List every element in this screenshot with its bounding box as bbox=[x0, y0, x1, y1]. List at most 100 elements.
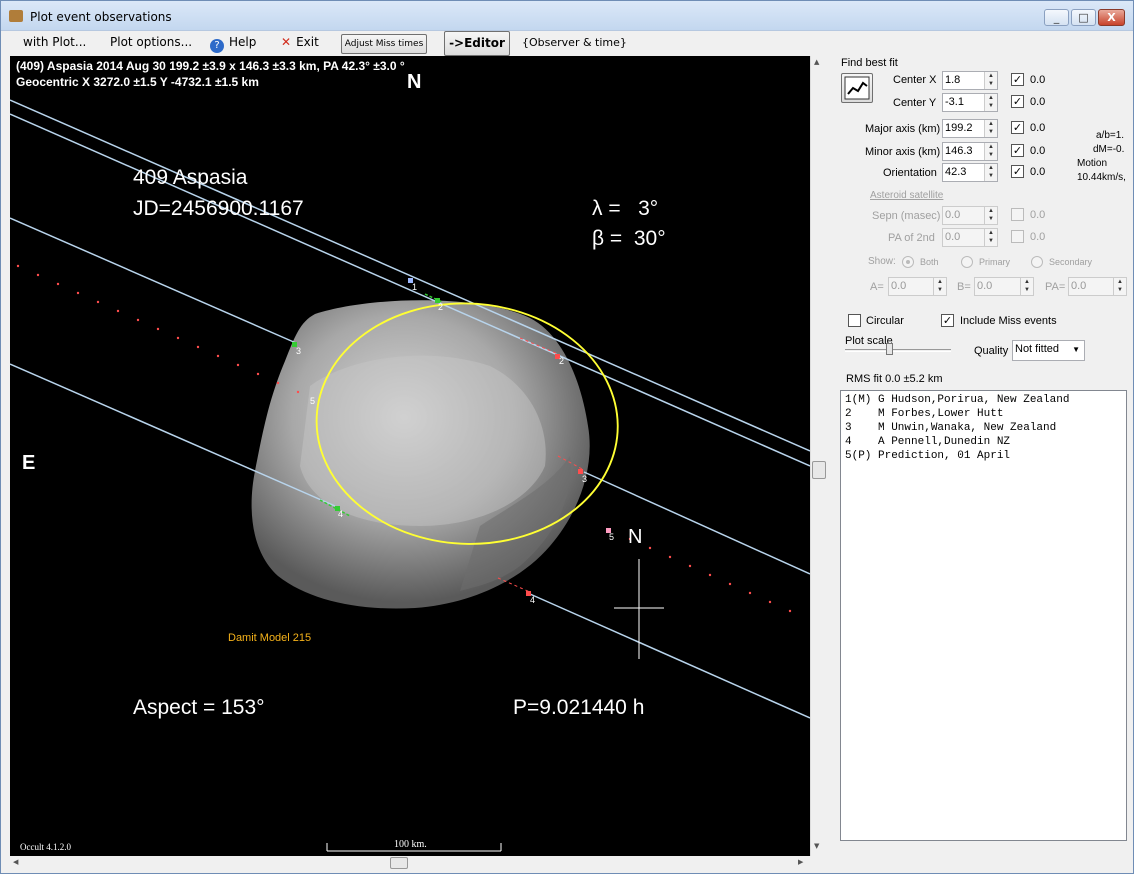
pa2-input[interactable]: 0.0 ▲ ▼ bbox=[942, 228, 998, 247]
observer-time-label: {Observer & time} bbox=[522, 36, 627, 49]
editor-button[interactable]: ->Editor bbox=[444, 31, 510, 56]
pa-input[interactable]: 0.0 ▲ ▼ bbox=[1068, 277, 1127, 296]
center-y-input[interactable]: -3.1 ▲ ▼ bbox=[942, 93, 998, 112]
center-x-label: Center X bbox=[893, 74, 937, 86]
quality-dropdown[interactable]: Not fitted ▼ bbox=[1012, 340, 1085, 361]
menu-exit-label: Exit bbox=[296, 35, 319, 49]
menu-bar: with Plot... Plot options... ? Help ✕ Exit… bbox=[1, 31, 1133, 56]
center-y-label: Center Y bbox=[893, 97, 937, 109]
help-icon: ? bbox=[210, 39, 224, 53]
scroll-up-icon[interactable]: ▲ bbox=[814, 58, 819, 66]
orientation-input[interactable]: 42.3 ▲ ▼ bbox=[942, 163, 998, 182]
pa2-label: PA of 2nd bbox=[888, 232, 935, 244]
orientation-label: Orientation bbox=[883, 167, 937, 179]
show-both-label: Both bbox=[920, 257, 939, 267]
spin-arrows-icon: ▲ ▼ bbox=[984, 207, 997, 224]
circular-checkbox[interactable] bbox=[848, 314, 861, 327]
spin-arrows-icon: ▲ ▼ bbox=[984, 72, 997, 89]
julian-date: JD=2456900.1167 bbox=[133, 197, 304, 220]
chord-line-3a bbox=[10, 217, 297, 344]
menu-with-plot[interactable]: with Plot... bbox=[23, 33, 86, 52]
plot-vertical-scrollbar[interactable]: ▲ ▼ bbox=[810, 56, 827, 856]
minimize-button[interactable]: _ bbox=[1044, 9, 1069, 26]
chord-line-3b bbox=[583, 471, 810, 575]
plot-horizontal-scrollbar[interactable]: ◀ ▶ bbox=[10, 856, 810, 871]
plot-header-line2: Geocentric X 3272.0 ±1.5 Y -4732.1 ±1.5 … bbox=[16, 75, 259, 89]
vertical-scroll-thumb[interactable] bbox=[812, 461, 826, 479]
minor-axis-label: Minor axis (km) bbox=[865, 146, 941, 158]
period-label: P=9.021440 h bbox=[513, 696, 645, 719]
spin-arrows-icon: ▲ ▼ bbox=[984, 143, 997, 160]
version-label: Occult 4.1.2.0 bbox=[20, 842, 71, 852]
close-button[interactable]: X bbox=[1098, 9, 1125, 26]
chord-label: 3 bbox=[296, 346, 302, 356]
pa2-fixed: 0.0 bbox=[1030, 231, 1046, 243]
sepn-checkbox[interactable] bbox=[1011, 208, 1024, 221]
center-y-checkbox[interactable]: ✓ bbox=[1011, 95, 1024, 108]
chord-label: 1 bbox=[412, 282, 418, 292]
east-label: E bbox=[22, 452, 36, 474]
chord-label: 4 bbox=[530, 595, 536, 605]
list-item[interactable]: 3 M Unwin,Wanaka, New Zealand bbox=[845, 421, 1126, 435]
lambda-label: λ = 3° bbox=[592, 197, 659, 220]
spin-arrows-icon: ▲ ▼ bbox=[984, 94, 997, 111]
window-title: Plot event observations bbox=[30, 10, 172, 24]
find-best-fit-label: Find best fit bbox=[841, 57, 898, 69]
orientation-checkbox[interactable]: ✓ bbox=[1011, 165, 1024, 178]
center-x-checkbox[interactable]: ✓ bbox=[1011, 73, 1024, 86]
title-bar[interactable]: Plot event observations _ □ X bbox=[1, 1, 1133, 31]
asteroid-name: 409 Aspasia bbox=[133, 166, 248, 189]
show-secondary-radio[interactable] bbox=[1031, 256, 1043, 268]
list-item[interactable]: 1(M) G Hudson,Porirua, New Zealand bbox=[845, 393, 1126, 407]
dropdown-arrow-icon: ▼ bbox=[1072, 345, 1080, 354]
maximize-button[interactable]: □ bbox=[1071, 9, 1096, 26]
scroll-right-icon[interactable]: ▶ bbox=[798, 858, 803, 866]
motion-label: Motion bbox=[1077, 158, 1108, 169]
center-y-fixed: 0.0 bbox=[1030, 96, 1046, 108]
center-x-fixed: 0.0 bbox=[1030, 74, 1046, 86]
north-label-top: N bbox=[407, 71, 422, 93]
show-label: Show: bbox=[868, 256, 896, 267]
major-axis-checkbox[interactable]: ✓ bbox=[1011, 121, 1024, 134]
center-x-input[interactable]: 1.8 ▲ ▼ bbox=[942, 71, 998, 90]
chord-label: 2 bbox=[559, 356, 565, 366]
list-item[interactable]: 4 A Pennell,Dunedin NZ bbox=[845, 435, 1126, 449]
menu-plot-options[interactable]: Plot options... bbox=[110, 33, 192, 52]
b-label: B= bbox=[957, 281, 971, 293]
minor-axis-checkbox[interactable]: ✓ bbox=[1011, 144, 1024, 157]
menu-exit[interactable]: ✕ Exit bbox=[281, 33, 319, 52]
major-axis-input[interactable]: 199.2 ▲ ▼ bbox=[942, 119, 998, 138]
scale-bar-label: 100 km. bbox=[394, 839, 427, 850]
menu-help[interactable]: ? Help bbox=[210, 33, 256, 53]
orientation-fixed: 0.0 bbox=[1030, 166, 1046, 178]
north-cross bbox=[614, 559, 664, 659]
major-axis-label: Major axis (km) bbox=[865, 123, 941, 135]
asteroid-facet-shading bbox=[300, 355, 546, 526]
scroll-left-icon[interactable]: ◀ bbox=[13, 858, 18, 866]
horizontal-scroll-thumb[interactable] bbox=[390, 857, 408, 869]
b-input[interactable]: 0.0 ▲ ▼ bbox=[974, 277, 1034, 296]
find-best-fit-button[interactable] bbox=[841, 73, 873, 103]
list-item[interactable]: 2 M Forbes,Lower Hutt bbox=[845, 407, 1126, 421]
show-primary-radio[interactable] bbox=[961, 256, 973, 268]
major-axis-fixed: 0.0 bbox=[1030, 122, 1046, 134]
sepn-input[interactable]: 0.0 ▲ ▼ bbox=[942, 206, 998, 225]
list-item[interactable]: 5(P) Prediction, 01 April bbox=[845, 449, 1126, 463]
pa2-checkbox[interactable] bbox=[1011, 230, 1024, 243]
exit-icon: ✕ bbox=[281, 35, 292, 49]
scroll-down-icon[interactable]: ▼ bbox=[814, 842, 819, 850]
include-miss-checkbox[interactable]: ✓ bbox=[941, 314, 954, 327]
plot-event-window: Plot event observations _ □ X with Plot.… bbox=[0, 0, 1134, 874]
adjust-miss-times-button[interactable]: Adjust Miss times bbox=[341, 34, 427, 54]
a-input[interactable]: 0.0 ▲ ▼ bbox=[888, 277, 947, 296]
minor-axis-input[interactable]: 146.3 ▲ ▼ bbox=[942, 142, 998, 161]
asteroid-satellite-header: Asteroid satellite bbox=[870, 190, 944, 201]
plot-scale-track bbox=[845, 349, 951, 352]
observer-list[interactable]: 1(M) G Hudson,Porirua, New Zealand 2 M F… bbox=[840, 390, 1127, 841]
model-label: Damit Model 215 bbox=[228, 632, 312, 644]
app-icon bbox=[9, 10, 23, 22]
plot-canvas[interactable]: (409) Aspasia 2014 Aug 30 199.2 ±3.9 x 1… bbox=[10, 56, 810, 856]
show-both-radio[interactable] bbox=[902, 256, 914, 268]
minor-axis-fixed: 0.0 bbox=[1030, 145, 1046, 157]
plot-scale-slider[interactable] bbox=[886, 343, 893, 355]
